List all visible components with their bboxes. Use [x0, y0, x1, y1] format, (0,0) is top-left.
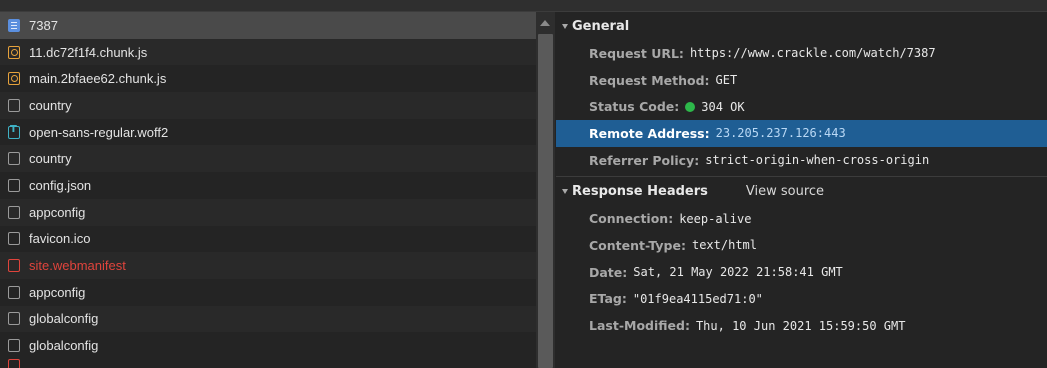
header-key: Request Method: [589, 72, 710, 88]
header-value: "01f9ea4115ed71:0" [632, 291, 763, 306]
request-row[interactable]: 7387 [0, 12, 536, 39]
request-name: country [29, 151, 72, 167]
request-row-partial[interactable] [0, 358, 536, 368]
request-row[interactable]: 11.dc72f1f4.chunk.js [0, 38, 536, 66]
file-icon [8, 178, 20, 192]
request-list[interactable]: 7387 11.dc72f1f4.chunk.js main.2bfaee62.… [0, 12, 536, 368]
request-row[interactable]: config.json [0, 172, 536, 199]
header-value: keep-alive [679, 211, 752, 226]
request-name: site.webmanifest [29, 258, 126, 274]
request-name: appconfig [29, 284, 86, 300]
expand-triangle-icon[interactable] [562, 188, 568, 194]
file-icon [8, 152, 20, 166]
request-row[interactable]: main.2bfaee62.chunk.js [0, 65, 536, 92]
script-icon [8, 72, 20, 86]
header-key: Request URL: [589, 45, 684, 61]
request-name: 11.dc72f1f4.chunk.js [29, 44, 148, 60]
header-key: Remote Address: [589, 125, 710, 141]
header-key: Status Code: [589, 99, 680, 115]
file-icon [8, 205, 20, 219]
file-icon [8, 285, 20, 299]
request-details-panel: General Request URL: https://www.crackle… [556, 12, 1047, 368]
script-icon [8, 45, 20, 59]
request-list-panel: 7387 11.dc72f1f4.chunk.js main.2bfaee62.… [0, 12, 555, 368]
header-value: Thu, 10 Jun 2021 15:59:50 GMT [695, 318, 906, 333]
scroll-up-arrow-icon[interactable] [540, 20, 550, 26]
header-value: https://www.crackle.com/watch/7387 [689, 46, 936, 61]
panel-top-border [0, 0, 1047, 12]
request-row[interactable]: country [0, 145, 536, 173]
header-row[interactable]: Last-Modified: Thu, 10 Jun 2021 15:59:50… [556, 312, 1047, 339]
error-file-icon [8, 358, 20, 368]
file-icon [8, 98, 20, 112]
header-row[interactable]: Date: Sat, 21 May 2022 21:58:41 GMT [556, 259, 1047, 286]
general-title: General [572, 18, 630, 34]
request-name: 7387 [29, 17, 58, 33]
request-name: config.json [29, 177, 92, 193]
request-name: country [29, 97, 72, 113]
header-value: 304 OK [701, 99, 745, 114]
request-row[interactable]: appconfig [0, 279, 536, 306]
document-icon [8, 18, 20, 32]
request-row[interactable]: globalconfig [0, 305, 536, 333]
header-row[interactable]: Request Method: GET [556, 67, 1047, 94]
request-name: favicon.ico [29, 231, 91, 247]
header-value: text/html [691, 238, 757, 253]
header-key: Referrer Policy: [589, 152, 700, 168]
error-file-icon [8, 259, 20, 273]
header-value: strict-origin-when-cross-origin [705, 153, 930, 168]
response-headers-section-header[interactable]: Response Headers View source [556, 177, 1047, 205]
font-icon [8, 124, 20, 139]
vertical-scrollbar[interactable] [536, 12, 555, 368]
request-row[interactable]: globalconfig [0, 332, 536, 359]
request-row[interactable]: country [0, 92, 536, 119]
header-row[interactable]: Connection: keep-alive [556, 205, 1047, 232]
request-row[interactable]: appconfig [0, 198, 536, 226]
header-key: Connection: [589, 211, 674, 227]
header-row[interactable]: Status Code: 304 OK [556, 93, 1047, 120]
scroll-thumb[interactable] [538, 34, 553, 368]
header-row[interactable]: Request URL: https://www.crackle.com/wat… [556, 40, 1047, 67]
header-key: Last-Modified: [589, 318, 690, 334]
header-value: Sat, 21 May 2022 21:58:41 GMT [633, 265, 843, 280]
request-name: globalconfig [29, 338, 99, 354]
file-icon [8, 232, 20, 246]
request-row[interactable]: favicon.ico [0, 226, 536, 253]
expand-triangle-icon[interactable] [562, 23, 568, 29]
header-row[interactable]: ETag: "01f9ea4115ed71:0" [556, 286, 1047, 313]
request-row[interactable]: open-sans-regular.woff2 [0, 119, 536, 146]
header-row[interactable]: Referrer Policy: strict-origin-when-cros… [556, 147, 1047, 174]
view-source-link[interactable]: View source [746, 184, 824, 199]
header-row-selected[interactable]: Remote Address: 23.205.237.126:443 [556, 120, 1047, 147]
header-key: ETag: [589, 291, 627, 307]
request-name: globalconfig [29, 311, 99, 327]
header-row[interactable]: Content-Type: text/html [556, 232, 1047, 259]
request-row-error[interactable]: site.webmanifest [0, 252, 536, 279]
header-key: Content-Type: [589, 237, 686, 253]
file-icon [8, 339, 20, 353]
header-value: 23.205.237.126:443 [715, 126, 846, 141]
request-name: open-sans-regular.woff2 [29, 124, 169, 140]
request-name: main.2bfaee62.chunk.js [29, 71, 167, 87]
header-key: Date: [589, 264, 628, 280]
file-icon [8, 312, 20, 326]
status-ok-icon [685, 101, 696, 112]
general-section-header[interactable]: General [556, 12, 1047, 40]
request-name: appconfig [29, 204, 86, 220]
response-headers-title: Response Headers [572, 183, 708, 199]
header-value: GET [715, 73, 738, 88]
